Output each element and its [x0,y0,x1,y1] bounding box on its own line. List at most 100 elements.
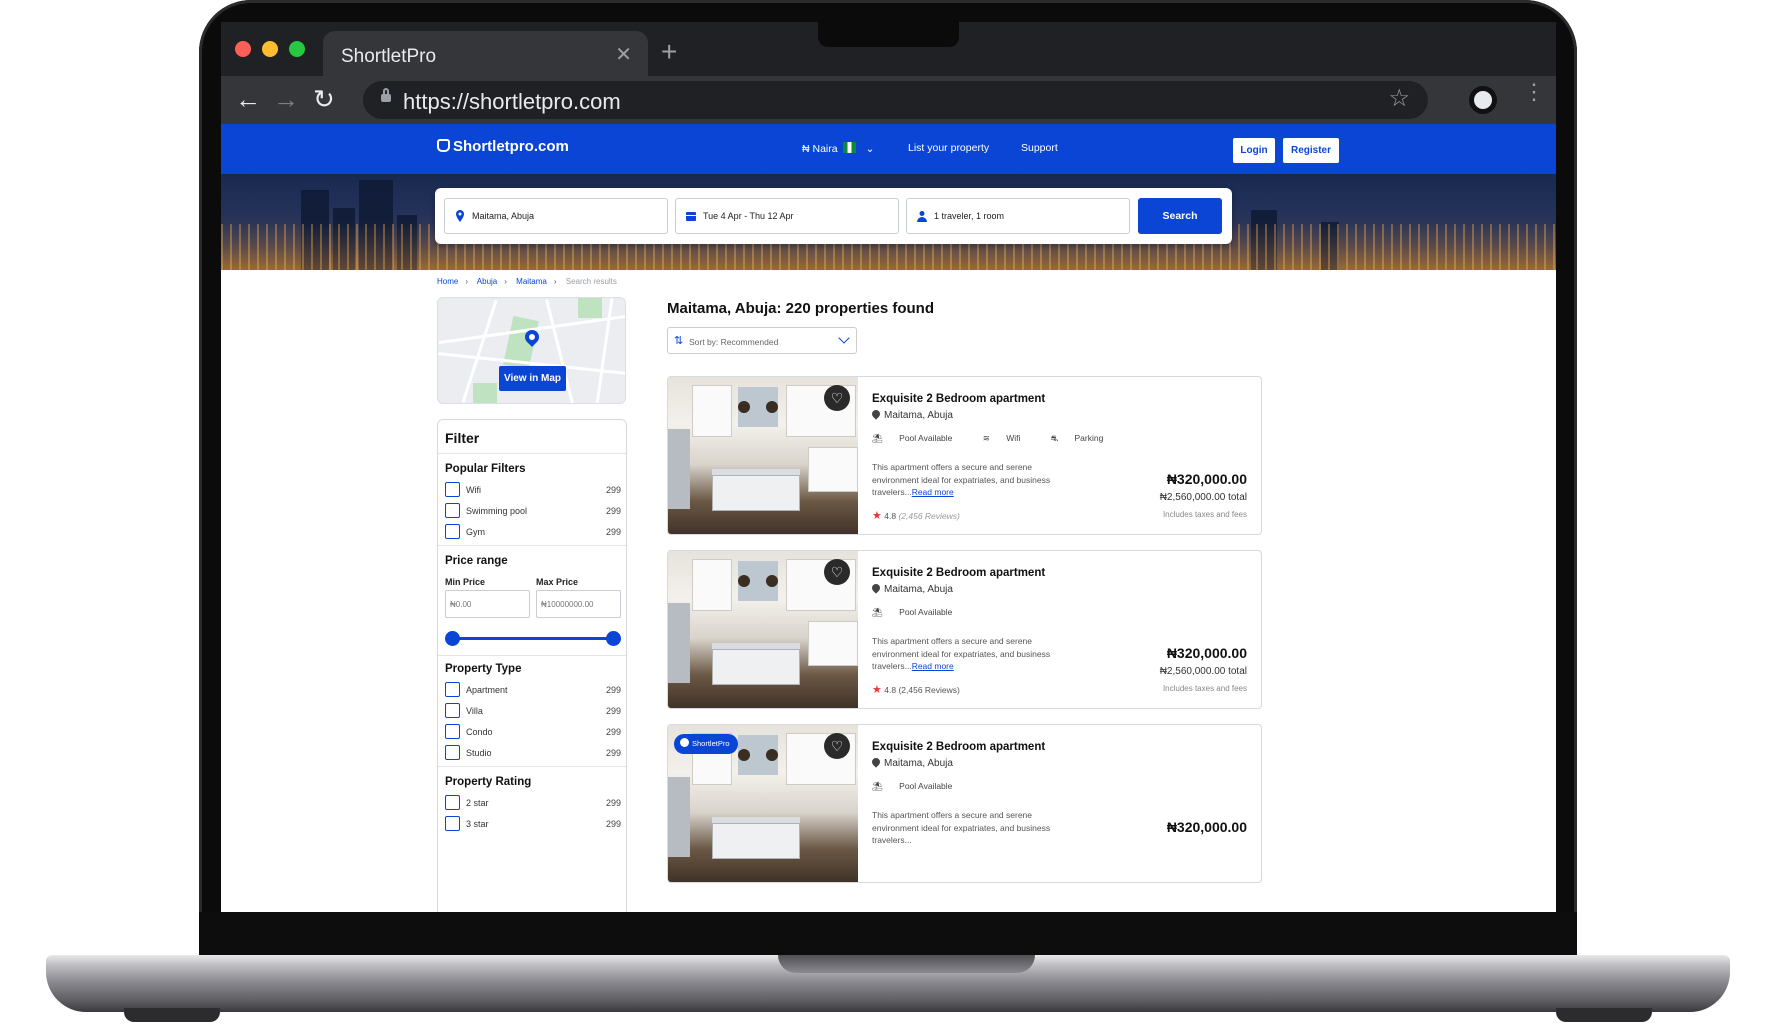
sort-dropdown[interactable]: ⇅ Sort by: Recommended [667,327,857,354]
checkbox[interactable] [445,795,460,810]
filter-option-apartment[interactable]: Apartment 299 [445,682,621,698]
amenity-label: Wifi [1006,433,1021,443]
divider [438,545,626,546]
checkbox[interactable] [445,816,460,831]
property-card[interactable]: ♡ Exquisite 2 Bedroom apartment Maitama,… [667,550,1262,709]
profile-avatar[interactable] [1469,86,1497,114]
checkbox[interactable] [445,482,460,497]
filter-option-wifi[interactable]: Wifi 299 [445,482,621,498]
back-icon[interactable]: ← [235,84,261,114]
property-description: This apartment offers a secure and seren… [872,461,1077,499]
option-label: Swimming pool [466,506,528,516]
option-label: 2 star [466,798,489,808]
forward-icon[interactable]: → [273,84,299,114]
checkbox[interactable] [445,724,460,739]
max-price-label: Max Price [536,577,579,587]
location-input[interactable]: Maitama, Abuja [444,198,668,234]
address-bar[interactable]: https://shortletpro.com ☆ [363,81,1428,119]
location-text: Maitama, Abuja [884,584,953,595]
favorite-heart-icon[interactable]: ♡ [824,385,850,411]
reload-icon[interactable]: ↻ [313,84,335,114]
currency-selector[interactable]: ₦ Naira ⌄ [802,142,874,155]
property-title[interactable]: Exquisite 2 Bedroom apartment [872,741,1045,753]
breadcrumb-abuja[interactable]: Abuja [477,277,497,286]
filter-option-studio[interactable]: Studio 299 [445,745,621,761]
dates-input[interactable]: Tue 4 Apr - Thu 12 Apr [675,198,899,234]
nav-list-property[interactable]: List your property [908,142,989,154]
fees-note: Includes taxes and fees [1162,684,1247,693]
divider [438,766,626,767]
favorite-heart-icon[interactable]: ♡ [824,559,850,585]
chevron-right-icon: › [465,277,469,286]
photo-fridge [668,429,690,509]
pool-icon: ⛱ [872,607,886,617]
property-title[interactable]: Exquisite 2 Bedroom apartment [872,393,1045,405]
website: Shortletpro.com ₦ Naira ⌄ List your prope… [221,124,1556,912]
chevron-right-icon: › [504,277,507,286]
search-button[interactable]: Search [1138,198,1222,234]
property-title[interactable]: Exquisite 2 Bedroom apartment [872,567,1045,579]
close-tab-icon[interactable]: ✕ [615,42,632,67]
min-price-input[interactable]: ₦0.00 [445,590,530,618]
bookmark-star-icon[interactable]: ☆ [1388,84,1410,113]
maximize-window-button[interactable] [289,41,305,57]
checkbox[interactable] [445,703,460,718]
property-card[interactable]: ♡ Exquisite 2 Bedroom apartment Maitama,… [667,376,1262,535]
filter-option-gym[interactable]: Gym 299 [445,524,621,540]
filter-option-condo[interactable]: Condo 299 [445,724,621,740]
filter-option-swimming-pool[interactable]: Swimming pool 299 [445,503,621,519]
browser-tab[interactable]: ShortletPro ✕ [323,31,648,76]
checkbox[interactable] [445,682,460,697]
lock-icon [381,88,391,102]
favorite-heart-icon[interactable]: ♡ [824,733,850,759]
register-button[interactable]: Register [1283,138,1339,163]
sort-arrows-icon: ⇅ [674,335,684,347]
photo-island [712,475,800,511]
property-photo[interactable]: ♡ [668,551,858,708]
read-more-link[interactable]: Read more [912,661,954,671]
close-window-button[interactable] [235,41,251,57]
new-tab-icon[interactable]: + [661,36,677,68]
map-preview[interactable]: View in Map [437,297,626,404]
review-count: (2,456 Reviews) [898,685,960,695]
minimize-window-button[interactable] [262,41,278,57]
filter-option-villa[interactable]: Villa 299 [445,703,621,719]
option-label: Studio [466,748,492,758]
checkbox[interactable] [445,503,460,518]
logo-text: Shortletpro.com [453,138,569,155]
option-count: 299 [605,506,621,516]
chevron-down-icon: ⌄ [865,143,875,155]
breadcrumb-maitama[interactable]: Maitama [516,277,547,286]
guests-input[interactable]: 1 traveler, 1 room [906,198,1130,234]
checkbox[interactable] [445,524,460,539]
search-form: Maitama, Abuja Tue 4 Apr - Thu 12 Apr 1 … [435,188,1232,244]
browser-menu-icon[interactable]: ⋮ [1523,81,1545,103]
max-price-input[interactable]: ₦10000000.00 [536,590,621,618]
checkbox[interactable] [445,745,460,760]
description-text: This apartment offers a secure and seren… [872,810,1051,845]
price-slider-track[interactable] [452,637,614,640]
shortletpro-verified-badge: ShortletPro [674,734,738,754]
view-in-map-button[interactable]: View in Map [499,366,566,391]
login-button[interactable]: Login [1233,138,1275,163]
property-card[interactable]: ShortletPro ♡ Exquisite 2 Bedroom apartm… [667,724,1262,883]
breadcrumb-home[interactable]: Home [437,277,458,286]
read-more-link[interactable]: Read more [912,487,954,497]
description-text: This apartment offers a secure and seren… [872,462,1051,497]
property-photo[interactable]: ♡ [668,377,858,534]
amenities-list: ⛱ Pool Available ≋ Wifi ⛐ Parking [872,433,1131,445]
property-photo[interactable]: ShortletPro ♡ [668,725,858,882]
site-logo[interactable]: Shortletpro.com [437,138,569,155]
nav-support[interactable]: Support [1021,142,1058,154]
laptop-foot-left [124,1008,220,1022]
price-slider-min-handle[interactable] [445,631,460,646]
filter-option-2-star[interactable]: 2 star 299 [445,795,621,811]
location-pin-icon [870,582,882,594]
option-count: 299 [605,727,621,737]
property-location: Maitama, Abuja [870,756,953,769]
option-count: 299 [605,527,621,537]
price-slider-max-handle[interactable] [606,631,621,646]
fees-note: Includes taxes and fees [1162,510,1247,519]
nightly-price: ₦320,000.00 [1166,645,1247,661]
filter-option-3-star[interactable]: 3 star 299 [445,816,621,832]
